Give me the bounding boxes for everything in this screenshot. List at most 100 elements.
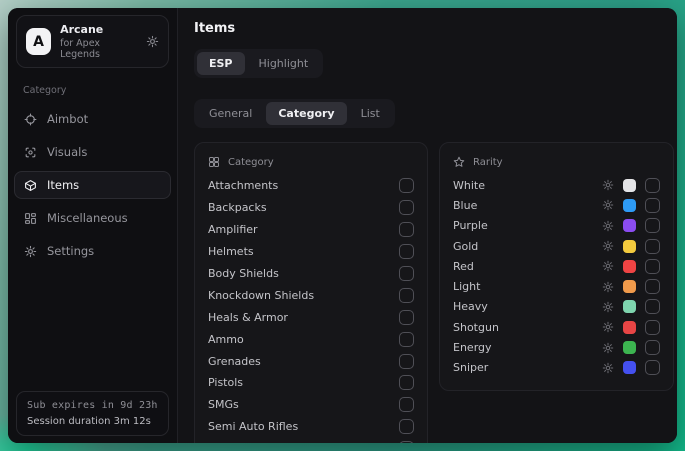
checkbox[interactable] xyxy=(399,200,414,215)
color-swatch[interactable] xyxy=(623,341,636,354)
checkbox[interactable] xyxy=(399,244,414,259)
sidebar-item-label: Visuals xyxy=(47,145,87,159)
category-row: SMGs xyxy=(208,394,414,416)
checkbox[interactable] xyxy=(645,178,660,193)
gear-icon[interactable] xyxy=(602,321,614,333)
color-swatch[interactable] xyxy=(623,321,636,334)
rarity-label: Purple xyxy=(453,219,488,232)
checkbox[interactable] xyxy=(399,441,414,443)
gear-icon[interactable] xyxy=(602,199,614,211)
sidebar: A Arcane for Apex Legends Category Aimbo… xyxy=(8,8,178,443)
brand-card: A Arcane for Apex Legends xyxy=(16,15,169,68)
sidebar-nav-item[interactable]: Aimbot xyxy=(14,105,171,133)
sidebar-nav-item[interactable]: Visuals xyxy=(14,138,171,166)
app-window: A Arcane for Apex Legends Category Aimbo… xyxy=(8,8,677,443)
scan-icon xyxy=(24,146,37,159)
checkbox[interactable] xyxy=(645,340,660,355)
color-swatch[interactable] xyxy=(623,361,636,374)
gear-icon[interactable] xyxy=(602,301,614,313)
checkbox[interactable] xyxy=(645,239,660,254)
category-row: Backpacks xyxy=(208,197,414,219)
sidebar-item-label: Miscellaneous xyxy=(47,211,128,225)
checkbox[interactable] xyxy=(645,198,660,213)
category-row: Grenades xyxy=(208,350,414,372)
checkbox[interactable] xyxy=(399,419,414,434)
rarity-label: Heavy xyxy=(453,300,488,313)
color-swatch[interactable] xyxy=(623,280,636,293)
gear-icon[interactable] xyxy=(602,240,614,252)
checkbox[interactable] xyxy=(399,288,414,303)
category-row: Heals & Armor xyxy=(208,306,414,328)
category-row: Ammo xyxy=(208,328,414,350)
category-label: Grenades xyxy=(208,355,261,368)
checkbox[interactable] xyxy=(399,222,414,237)
color-swatch[interactable] xyxy=(623,199,636,212)
category-label: Body Shields xyxy=(208,267,279,280)
category-label: Backpacks xyxy=(208,201,267,214)
color-swatch[interactable] xyxy=(623,300,636,313)
category-label: Helmets xyxy=(208,245,254,258)
checkbox[interactable] xyxy=(645,218,660,233)
category-label: Pistols xyxy=(208,376,243,389)
rarity-label: Red xyxy=(453,260,474,273)
checkbox[interactable] xyxy=(399,310,414,325)
tab[interactable]: List xyxy=(349,102,392,125)
rarity-row: Red xyxy=(453,256,660,276)
checkbox[interactable] xyxy=(399,332,414,347)
checkbox[interactable] xyxy=(399,178,414,193)
sidebar-item-label: Settings xyxy=(47,244,94,258)
gear-icon[interactable] xyxy=(602,281,614,293)
rarity-row: Purple xyxy=(453,216,660,236)
rarity-row: Heavy xyxy=(453,297,660,317)
mode-toggle-button[interactable]: Highlight xyxy=(247,52,321,75)
category-panel-header: Category xyxy=(208,153,414,175)
mode-toggle-button[interactable]: ESP xyxy=(197,52,245,75)
rarity-label: White xyxy=(453,179,485,192)
tab[interactable]: General xyxy=(197,102,264,125)
gear-icon[interactable] xyxy=(602,362,614,374)
category-row: Knockdown Shields xyxy=(208,284,414,306)
crosshair-icon xyxy=(24,113,37,126)
checkbox[interactable] xyxy=(399,375,414,390)
app-logo: A xyxy=(26,28,51,55)
category-label: Assault Rifles xyxy=(208,442,282,443)
app-name: Arcane xyxy=(60,23,137,36)
sidebar-item-label: Items xyxy=(47,178,79,192)
gear-icon[interactable] xyxy=(602,220,614,232)
sidebar-nav-item[interactable]: Settings xyxy=(14,237,171,265)
tab-bar: GeneralCategoryList xyxy=(194,99,395,128)
sidebar-nav-item[interactable]: Items xyxy=(14,171,171,199)
tab[interactable]: Category xyxy=(266,102,346,125)
category-label: Attachments xyxy=(208,179,278,192)
rarity-panel: Rarity White Blue xyxy=(439,142,674,391)
gear-icon[interactable] xyxy=(602,260,614,272)
color-swatch[interactable] xyxy=(623,240,636,253)
gear-icon[interactable] xyxy=(146,35,159,48)
layout-icon xyxy=(24,212,37,225)
category-panel: Category Attachments Backpacks Amplifier… xyxy=(194,142,428,443)
gear-icon[interactable] xyxy=(602,342,614,354)
gear-icon[interactable] xyxy=(602,179,614,191)
sidebar-section-label: Category xyxy=(23,85,162,96)
checkbox[interactable] xyxy=(645,299,660,314)
sidebar-item-label: Aimbot xyxy=(47,112,88,126)
rarity-label: Sniper xyxy=(453,361,488,374)
color-swatch[interactable] xyxy=(623,179,636,192)
rarity-label: Gold xyxy=(453,240,478,253)
checkbox[interactable] xyxy=(645,360,660,375)
checkbox[interactable] xyxy=(645,279,660,294)
checkbox[interactable] xyxy=(399,266,414,281)
checkbox[interactable] xyxy=(399,354,414,369)
panels-row: Category Attachments Backpacks Amplifier… xyxy=(194,142,674,443)
subscription-info-box: Sub expires in 9d 23h Session duration 3… xyxy=(16,391,169,436)
category-row: Attachments xyxy=(208,175,414,197)
color-swatch[interactable] xyxy=(623,219,636,232)
checkbox[interactable] xyxy=(645,259,660,274)
rarity-row: Energy xyxy=(453,337,660,357)
checkbox[interactable] xyxy=(399,397,414,412)
brand-text: Arcane for Apex Legends xyxy=(60,23,137,60)
color-swatch[interactable] xyxy=(623,260,636,273)
category-label: Heals & Armor xyxy=(208,311,288,324)
checkbox[interactable] xyxy=(645,320,660,335)
sidebar-nav-item[interactable]: Miscellaneous xyxy=(14,204,171,232)
